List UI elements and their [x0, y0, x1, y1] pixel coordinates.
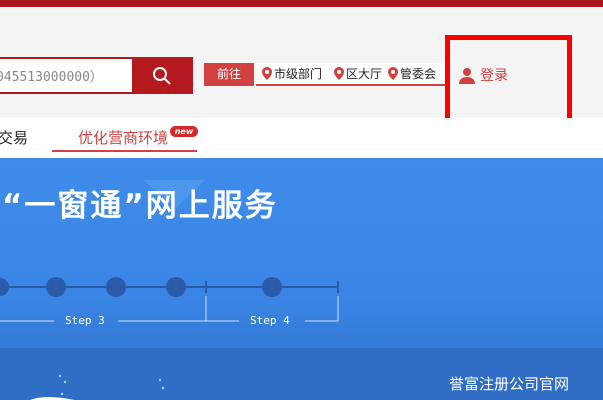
step-label-4: Step 4 [250, 314, 290, 327]
goto-links: 市级部门 区大厅 管委会 [256, 63, 446, 86]
location-pin-icon [334, 67, 344, 80]
location-pin-icon [262, 67, 272, 80]
step-dot [46, 277, 66, 297]
watermark-text: 誉富注册公司官网 [449, 375, 570, 393]
nav-bar: 交易 优化营商环境 new [0, 118, 603, 158]
nav-active-underline [52, 150, 197, 152]
goto-link-label: 管委会 [400, 67, 437, 81]
goto-link-city-departments[interactable]: 市级部门 [262, 65, 322, 84]
hero-title: “一窗通”网上服务 [2, 188, 278, 224]
highlight-annotation-box [445, 35, 572, 128]
search-icon [153, 67, 171, 85]
goto-link-management-committee[interactable]: 管委会 [388, 65, 436, 84]
hero-banner: “一窗通”网上服务 Step 3 Step 4 誉富注册公司官网 [0, 158, 603, 400]
step-dot [262, 277, 282, 297]
step-dot [166, 277, 186, 297]
search-button[interactable] [132, 57, 193, 94]
search-box [0, 57, 132, 94]
search-input[interactable] [0, 59, 132, 92]
goto-link-district-hall[interactable]: 区大厅 [334, 65, 382, 84]
new-badge: new [170, 126, 198, 137]
step-dot [0, 278, 9, 296]
top-accent-bar [0, 0, 603, 7]
goto-link-label: 区大厅 [346, 67, 383, 81]
step-dot [106, 277, 126, 297]
step-label-3: Step 3 [65, 314, 105, 327]
goto-link-label: 市级部门 [274, 67, 323, 81]
nav-item-trade[interactable]: 交易 [0, 127, 28, 148]
location-pin-icon [388, 67, 398, 80]
goto-label: 前往 [204, 63, 254, 86]
nav-item-business-environment[interactable]: 优化营商环境 [78, 127, 168, 148]
